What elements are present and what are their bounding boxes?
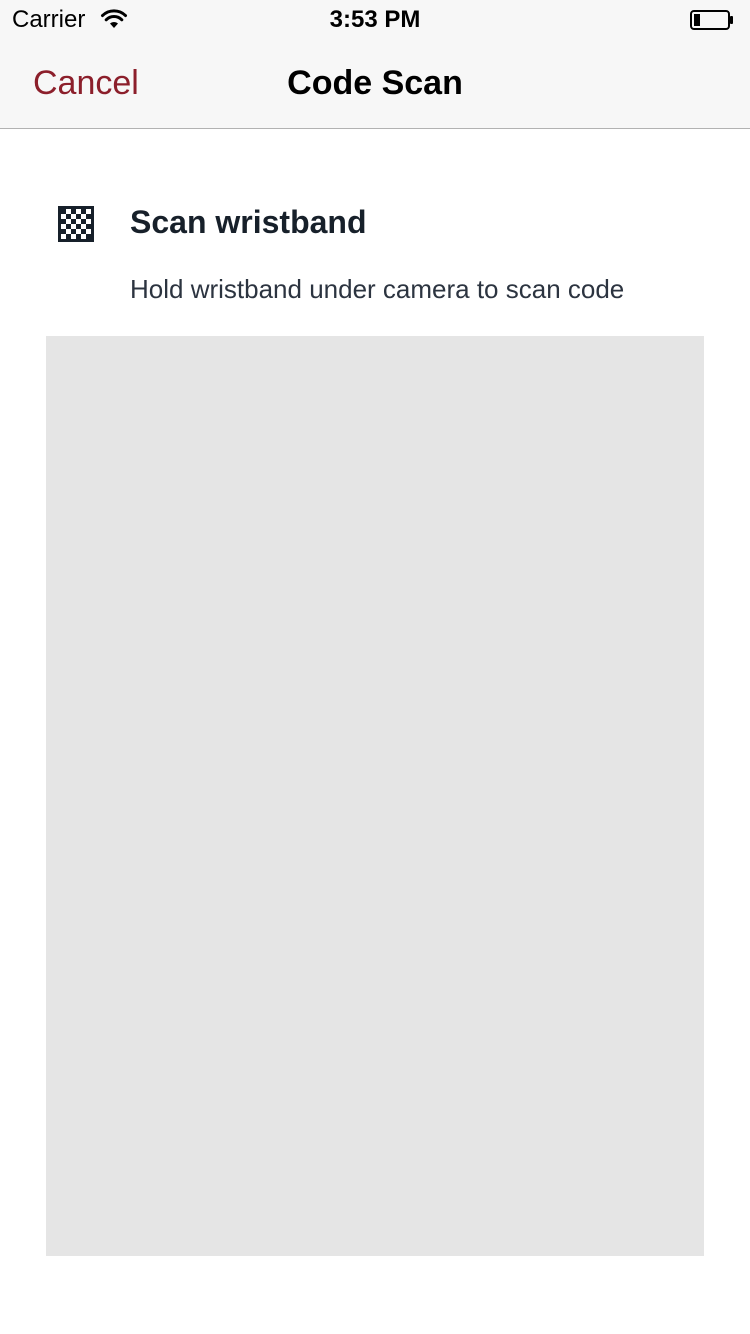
scan-title: Scan wristband xyxy=(130,204,367,240)
status-time: 3:53 PM xyxy=(329,6,421,33)
scan-header: Scan wristband Hold wristband under came… xyxy=(0,180,750,320)
status-bar: Carrier 3:53 PM xyxy=(0,0,750,40)
navigation-bar: Cancel Code Scan xyxy=(0,40,750,129)
scan-instructions: Hold wristband under camera to scan code xyxy=(130,274,625,304)
battery-icon xyxy=(690,10,734,30)
page-title: Code Scan xyxy=(287,64,463,102)
qr-code-icon xyxy=(58,206,94,242)
camera-preview[interactable] xyxy=(46,336,704,1256)
